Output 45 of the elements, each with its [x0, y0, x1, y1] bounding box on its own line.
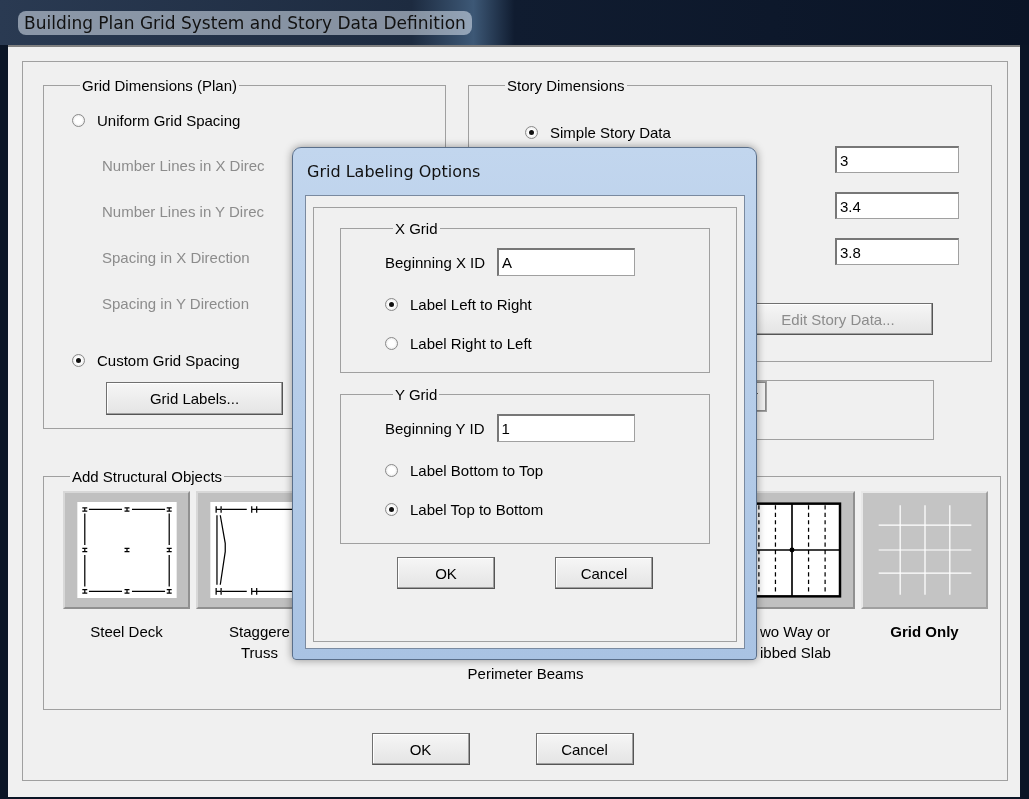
radio-label[interactable]: Simple Story Data: [550, 123, 671, 141]
tile-label: Grid Only: [890, 622, 959, 642]
input-field[interactable]: A: [497, 248, 636, 276]
radio-label[interactable]: Label Right to Left: [410, 334, 532, 352]
radio-label[interactable]: Custom Grid Spacing: [97, 351, 240, 369]
button[interactable]: OK: [371, 733, 470, 765]
button[interactable]: Cancel: [535, 733, 634, 765]
group-title: Add Structural Objects: [71, 468, 224, 485]
radio-button[interactable]: [385, 463, 398, 477]
radio-button[interactable]: [72, 353, 85, 367]
field-label: Spacing in Y Direction: [102, 294, 250, 314]
tile-label: Perimeter Beams: [467, 664, 584, 684]
radio-label[interactable]: Label Bottom to Top: [410, 461, 544, 479]
radio-button[interactable]: [72, 113, 85, 127]
radio-button[interactable]: [385, 336, 398, 350]
radio-button[interactable]: [525, 125, 538, 139]
window-title: Building Plan Grid System and Story Data Definition: [18, 10, 472, 35]
button[interactable]: Grid Labels...: [106, 382, 283, 415]
radio-button[interactable]: [385, 297, 398, 311]
radio-button[interactable]: [385, 502, 398, 516]
input-field[interactable]: 1: [496, 414, 635, 442]
button[interactable]: OK: [397, 557, 495, 589]
field-label: Beginning X ID: [385, 253, 486, 271]
radio-label[interactable]: Uniform Grid Spacing: [97, 111, 241, 129]
tile-label: Steel Deck: [90, 622, 163, 642]
group-title: Y Grid: [394, 386, 439, 403]
structure-tile[interactable]: [63, 491, 190, 609]
steel-deck-icon: [76, 502, 177, 598]
radio-label[interactable]: Label Top to Bottom: [410, 500, 544, 518]
input-field[interactable]: 3: [835, 146, 959, 173]
field-label: Beginning Y ID: [385, 419, 485, 437]
field-label: Number Lines in X Direc: [102, 156, 265, 176]
group-title: Grid Dimensions (Plan): [81, 77, 239, 94]
input-field[interactable]: 3.8: [835, 238, 959, 265]
dialog-title: Grid Labeling Options: [307, 162, 481, 181]
button[interactable]: Cancel: [555, 557, 653, 589]
field-label: Number Lines in Y Direc: [102, 202, 265, 222]
radio-label[interactable]: Label Left to Right: [410, 295, 532, 313]
group-title: X Grid: [394, 220, 439, 237]
structure-tile[interactable]: [861, 491, 988, 609]
field-label: Spacing in X Direction: [102, 248, 250, 268]
input-field[interactable]: 3.4: [835, 192, 959, 219]
tile-label: Staggere Truss: [229, 622, 290, 663]
group-title: Story Dimensions: [506, 77, 626, 94]
tile-label: wo Way or ibbed Slab: [759, 622, 831, 663]
